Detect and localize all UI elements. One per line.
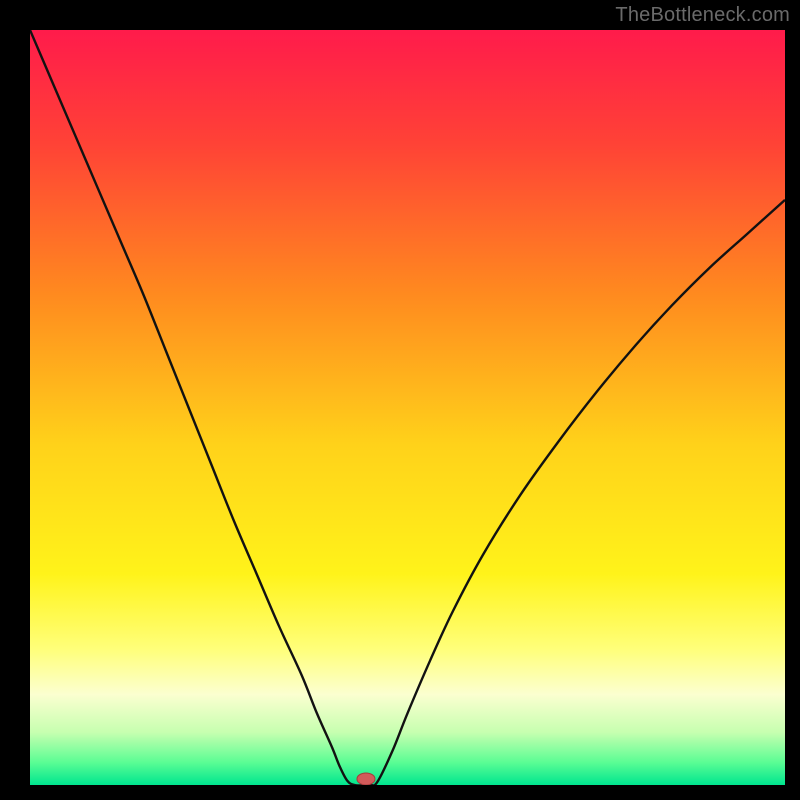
watermark-text: TheBottleneck.com: [615, 4, 790, 27]
plot-background: [30, 30, 785, 785]
chart-frame: TheBottleneck.com: [0, 0, 800, 800]
current-point-marker: [357, 773, 375, 785]
chart-svg: [0, 0, 800, 800]
